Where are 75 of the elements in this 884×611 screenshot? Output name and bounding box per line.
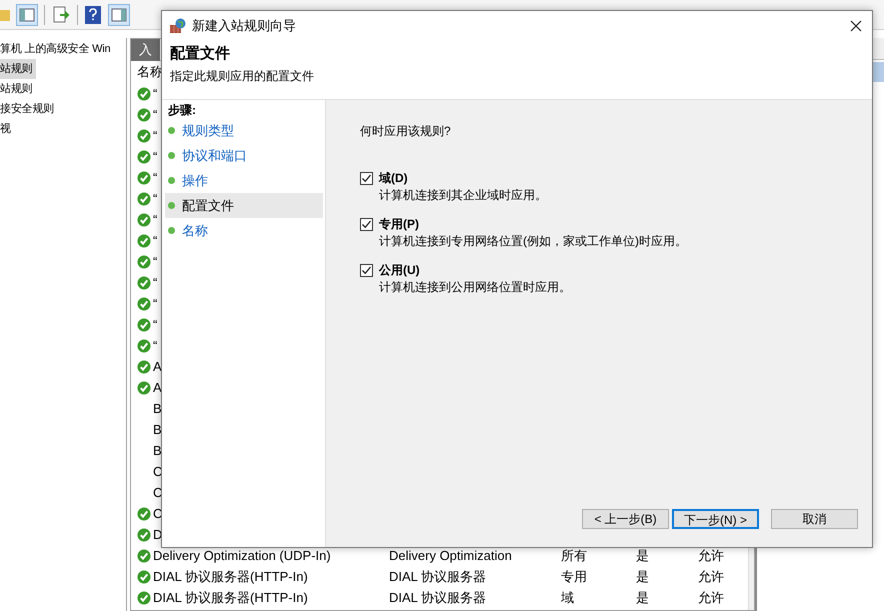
table-cell: “ xyxy=(153,296,158,311)
table-cell: Delivery Optimization (UDP-In) xyxy=(153,548,331,563)
table-cell: C xyxy=(153,506,162,521)
table-cell: “ xyxy=(153,148,158,164)
option-label[interactable]: 专用(P) xyxy=(379,216,419,233)
step-bullet-icon xyxy=(168,127,175,134)
table-cell: Delivery Optimization xyxy=(389,548,512,563)
table-cell: 专用 xyxy=(561,568,587,584)
table-cell: C xyxy=(153,464,162,479)
table-cell: “ xyxy=(153,254,158,269)
checkbox[interactable] xyxy=(360,264,373,277)
dialog-button[interactable]: 下一步(N) > xyxy=(672,509,759,529)
close-icon[interactable] xyxy=(850,20,862,32)
option-description: 计算机连接到其企业域时应用。 xyxy=(379,187,547,203)
option-label[interactable]: 公用(U) xyxy=(379,262,420,279)
table-cell: 所有 xyxy=(561,548,587,563)
tree-item[interactable]: 接安全规则 xyxy=(0,99,58,119)
table-cell: “ xyxy=(153,170,158,185)
table-cell: DIAL 协议服务器 xyxy=(389,590,486,605)
table-cell: “ xyxy=(153,128,158,143)
table-cell: “ xyxy=(153,232,158,248)
step-item[interactable]: 配置文件 xyxy=(165,193,323,218)
firewall-globe-icon xyxy=(170,18,186,34)
table-cell: A xyxy=(153,380,162,395)
help-icon[interactable] xyxy=(84,4,102,24)
option-description: 计算机连接到公用网络位置时应用。 xyxy=(379,279,571,295)
step-bullet-icon xyxy=(168,177,175,184)
dialog-title: 新建入站规则向导 xyxy=(192,17,296,36)
table-cell: 域 xyxy=(561,590,574,605)
table-cell: A xyxy=(153,358,162,374)
table-cell: DIAL 协议服务器(HTTP-In) xyxy=(153,568,308,584)
tree-item[interactable]: 站规则 xyxy=(0,59,36,79)
page-subheading: 指定此规则应用的配置文件 xyxy=(170,68,314,85)
panel-icon[interactable] xyxy=(108,4,130,26)
table-cell: 允许 xyxy=(698,548,724,563)
table-cell: C xyxy=(153,484,162,500)
option-description: 计算机连接到专用网络位置(例如，家或工作单位)时应用。 xyxy=(379,233,687,249)
table-cell: DIAL 协议服务器(HTTP-In) xyxy=(153,590,308,605)
table-cell: “ xyxy=(153,106,158,122)
panel-icon[interactable] xyxy=(16,4,38,26)
table-cell: 是 xyxy=(636,548,649,563)
table-cell: “ xyxy=(153,190,158,206)
table-cell: 是 xyxy=(636,568,649,584)
table-cell: DIAL 协议服务器 xyxy=(389,568,486,584)
table-cell: 允许 xyxy=(698,568,724,584)
table-cell: 允许 xyxy=(698,590,724,605)
table-cell: “ xyxy=(153,274,158,290)
question-text: 何时应用该规则? xyxy=(360,123,451,140)
table-cell: “ xyxy=(153,212,158,227)
export-list-icon[interactable] xyxy=(51,4,71,24)
checkbox[interactable] xyxy=(360,172,373,185)
option-label[interactable]: 域(D) xyxy=(379,170,408,187)
table-cell: “ xyxy=(153,316,158,332)
step-bullet-icon xyxy=(168,202,175,209)
checkbox[interactable] xyxy=(360,218,373,231)
step-item[interactable]: 名称 xyxy=(165,218,323,243)
table-cell: 是 xyxy=(636,590,649,605)
table-cell: B xyxy=(153,422,162,437)
step-bullet-icon xyxy=(168,152,175,159)
table-cell: B xyxy=(153,442,162,458)
table-cell: “ xyxy=(153,338,158,353)
step-item[interactable]: 协议和端口 xyxy=(165,143,323,168)
step-item[interactable]: 操作 xyxy=(165,168,323,193)
table-cell: “ xyxy=(153,86,158,101)
dialog-button[interactable]: < 上一步(B) xyxy=(582,509,669,529)
tree-item[interactable]: 站规则 xyxy=(0,79,36,99)
page-heading: 配置文件 xyxy=(170,44,230,64)
step-bullet-icon xyxy=(168,227,175,234)
step-item[interactable]: 规则类型 xyxy=(165,118,323,143)
tree-item[interactable]: 算机 上的高级安全 Win xyxy=(0,39,114,59)
steps-label: 步骤: xyxy=(167,102,196,118)
dialog-button[interactable]: 取消 xyxy=(771,509,858,529)
pane-tab[interactable]: 入 xyxy=(131,38,160,60)
tree-item[interactable]: 视 xyxy=(0,119,15,139)
table-cell: B xyxy=(153,400,162,416)
